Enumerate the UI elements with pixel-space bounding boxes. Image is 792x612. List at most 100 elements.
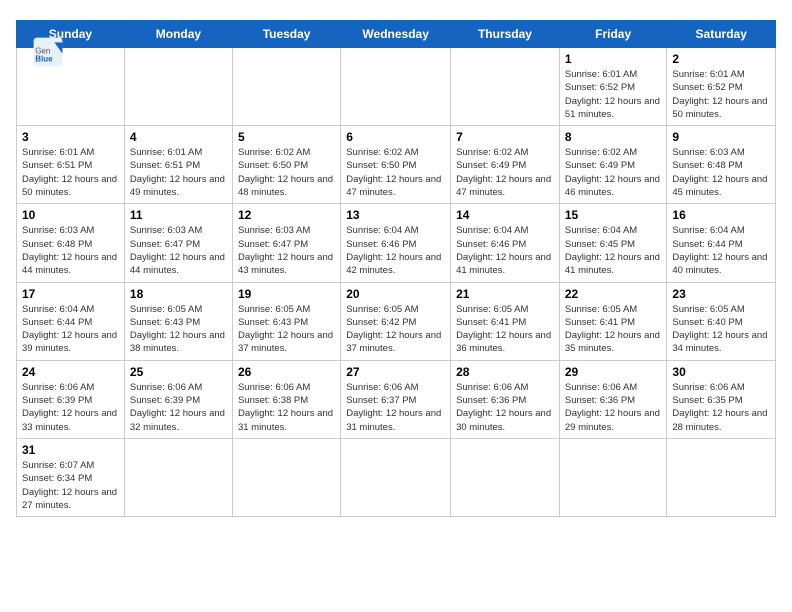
- day-number: 10: [22, 208, 119, 222]
- calendar-cell: 16 Sunrise: 6:04 AM Sunset: 6:44 PM Dayli…: [667, 204, 776, 282]
- calendar-cell: 31Sunrise: 6:07 AM Sunset: 6:34 PM Dayli…: [17, 438, 125, 516]
- calendar-table: SundayMondayTuesdayWednesdayThursdayFrid…: [16, 20, 776, 517]
- day-info: Sunrise: 6:04 AM Sunset: 6:44 PM Dayligh…: [22, 303, 119, 356]
- calendar-cell: 8 Sunrise: 6:02 AM Sunset: 6:49 PM Daylig…: [559, 126, 667, 204]
- weekday-header: Friday: [559, 21, 667, 48]
- calendar-cell: 4Sunrise: 6:01 AM Sunset: 6:51 PM Daylig…: [124, 126, 232, 204]
- calendar-cell: 10Sunrise: 6:03 AM Sunset: 6:48 PM Dayli…: [17, 204, 125, 282]
- calendar-cell: [667, 438, 776, 516]
- day-info: Sunrise: 6:05 AM Sunset: 6:43 PM Dayligh…: [238, 303, 335, 356]
- day-number: 30: [672, 365, 770, 379]
- day-info: Sunrise: 6:03 AM Sunset: 6:47 PM Dayligh…: [238, 224, 335, 277]
- day-info: Sunrise: 6:05 AM Sunset: 6:43 PM Dayligh…: [130, 303, 227, 356]
- day-info: Sunrise: 6:07 AM Sunset: 6:34 PM Dayligh…: [22, 459, 119, 512]
- calendar-cell: [232, 48, 340, 126]
- calendar-week-row: 24 Sunrise: 6:06 AM Sunset: 6:39 PM Dayli…: [17, 360, 776, 438]
- weekday-header: Monday: [124, 21, 232, 48]
- day-number: 4: [130, 130, 227, 144]
- calendar-cell: 23Sunrise: 6:05 AM Sunset: 6:40 PM Dayli…: [667, 282, 776, 360]
- day-number: 8: [565, 130, 662, 144]
- calendar-cell: 5 Sunrise: 6:02 AM Sunset: 6:50 PM Daylig…: [232, 126, 340, 204]
- calendar-cell: 2Sunrise: 6:01 AM Sunset: 6:52 PM Daylig…: [667, 48, 776, 126]
- day-number: 6: [346, 130, 445, 144]
- day-number: 14: [456, 208, 554, 222]
- day-number: 2: [672, 52, 770, 66]
- day-info: Sunrise: 6:04 AM Sunset: 6:46 PM Dayligh…: [456, 224, 554, 277]
- day-number: 11: [130, 208, 227, 222]
- calendar-week-row: 3Sunrise: 6:01 AM Sunset: 6:51 PM Daylig…: [17, 126, 776, 204]
- calendar-cell: [341, 48, 451, 126]
- weekday-header: Thursday: [451, 21, 560, 48]
- calendar-cell: [232, 438, 340, 516]
- day-info: Sunrise: 6:06 AM Sunset: 6:39 PM Dayligh…: [130, 381, 227, 434]
- day-number: 18: [130, 287, 227, 301]
- calendar-cell: 26 Sunrise: 6:06 AM Sunset: 6:38 PM Dayli…: [232, 360, 340, 438]
- day-info: Sunrise: 6:04 AM Sunset: 6:45 PM Dayligh…: [565, 224, 662, 277]
- calendar-cell: 1Sunrise: 6:01 AM Sunset: 6:52 PM Daylig…: [559, 48, 667, 126]
- weekday-header: Wednesday: [341, 21, 451, 48]
- calendar-cell: 22Sunrise: 6:05 AM Sunset: 6:41 PM Dayli…: [559, 282, 667, 360]
- day-number: 20: [346, 287, 445, 301]
- day-info: Sunrise: 6:03 AM Sunset: 6:47 PM Dayligh…: [130, 224, 227, 277]
- calendar-cell: 12 Sunrise: 6:03 AM Sunset: 6:47 PM Dayli…: [232, 204, 340, 282]
- day-number: 5: [238, 130, 335, 144]
- day-info: Sunrise: 6:05 AM Sunset: 6:41 PM Dayligh…: [456, 303, 554, 356]
- calendar-cell: 30 Sunrise: 6:06 AM Sunset: 6:35 PM Dayli…: [667, 360, 776, 438]
- day-number: 25: [130, 365, 227, 379]
- calendar-cell: 20 Sunrise: 6:05 AM Sunset: 6:42 PM Dayli…: [341, 282, 451, 360]
- calendar-cell: [341, 438, 451, 516]
- day-number: 27: [346, 365, 445, 379]
- day-info: Sunrise: 6:02 AM Sunset: 6:49 PM Dayligh…: [456, 146, 554, 199]
- calendar-week-row: 17 Sunrise: 6:04 AM Sunset: 6:44 PM Dayli…: [17, 282, 776, 360]
- day-number: 12: [238, 208, 335, 222]
- calendar-cell: 9 Sunrise: 6:03 AM Sunset: 6:48 PM Daylig…: [667, 126, 776, 204]
- day-info: Sunrise: 6:05 AM Sunset: 6:42 PM Dayligh…: [346, 303, 445, 356]
- day-info: Sunrise: 6:02 AM Sunset: 6:50 PM Dayligh…: [346, 146, 445, 199]
- day-info: Sunrise: 6:03 AM Sunset: 6:48 PM Dayligh…: [672, 146, 770, 199]
- day-info: Sunrise: 6:06 AM Sunset: 6:35 PM Dayligh…: [672, 381, 770, 434]
- day-info: Sunrise: 6:02 AM Sunset: 6:49 PM Dayligh…: [565, 146, 662, 199]
- calendar-cell: [124, 438, 232, 516]
- weekday-header-row: SundayMondayTuesdayWednesdayThursdayFrid…: [17, 21, 776, 48]
- day-number: 13: [346, 208, 445, 222]
- weekday-header: Tuesday: [232, 21, 340, 48]
- day-info: Sunrise: 6:01 AM Sunset: 6:51 PM Dayligh…: [22, 146, 119, 199]
- day-info: Sunrise: 6:01 AM Sunset: 6:52 PM Dayligh…: [565, 68, 662, 121]
- day-info: Sunrise: 6:06 AM Sunset: 6:38 PM Dayligh…: [238, 381, 335, 434]
- day-info: Sunrise: 6:05 AM Sunset: 6:40 PM Dayligh…: [672, 303, 770, 356]
- day-info: Sunrise: 6:02 AM Sunset: 6:50 PM Dayligh…: [238, 146, 335, 199]
- calendar-cell: 27 Sunrise: 6:06 AM Sunset: 6:37 PM Dayli…: [341, 360, 451, 438]
- calendar-cell: [451, 48, 560, 126]
- calendar-cell: 25 Sunrise: 6:06 AM Sunset: 6:39 PM Dayli…: [124, 360, 232, 438]
- day-number: 26: [238, 365, 335, 379]
- logo: Gen Blue: [32, 36, 68, 68]
- weekday-header: Saturday: [667, 21, 776, 48]
- day-number: 17: [22, 287, 119, 301]
- calendar-cell: 6 Sunrise: 6:02 AM Sunset: 6:50 PM Daylig…: [341, 126, 451, 204]
- calendar-cell: 18 Sunrise: 6:05 AM Sunset: 6:43 PM Dayli…: [124, 282, 232, 360]
- calendar-week-row: 31Sunrise: 6:07 AM Sunset: 6:34 PM Dayli…: [17, 438, 776, 516]
- day-info: Sunrise: 6:04 AM Sunset: 6:44 PM Dayligh…: [672, 224, 770, 277]
- calendar-cell: 7 Sunrise: 6:02 AM Sunset: 6:49 PM Daylig…: [451, 126, 560, 204]
- day-number: 9: [672, 130, 770, 144]
- day-number: 24: [22, 365, 119, 379]
- svg-text:Blue: Blue: [35, 55, 53, 64]
- day-number: 28: [456, 365, 554, 379]
- calendar-cell: 19 Sunrise: 6:05 AM Sunset: 6:43 PM Dayli…: [232, 282, 340, 360]
- calendar-cell: 11 Sunrise: 6:03 AM Sunset: 6:47 PM Dayli…: [124, 204, 232, 282]
- day-number: 7: [456, 130, 554, 144]
- calendar-cell: [124, 48, 232, 126]
- calendar-cell: 21 Sunrise: 6:05 AM Sunset: 6:41 PM Dayli…: [451, 282, 560, 360]
- calendar-cell: 13 Sunrise: 6:04 AM Sunset: 6:46 PM Dayli…: [341, 204, 451, 282]
- day-number: 16: [672, 208, 770, 222]
- day-info: Sunrise: 6:06 AM Sunset: 6:39 PM Dayligh…: [22, 381, 119, 434]
- day-number: 21: [456, 287, 554, 301]
- calendar-cell: [559, 438, 667, 516]
- day-info: Sunrise: 6:06 AM Sunset: 6:37 PM Dayligh…: [346, 381, 445, 434]
- day-number: 19: [238, 287, 335, 301]
- day-info: Sunrise: 6:04 AM Sunset: 6:46 PM Dayligh…: [346, 224, 445, 277]
- calendar-cell: 15Sunrise: 6:04 AM Sunset: 6:45 PM Dayli…: [559, 204, 667, 282]
- calendar-week-row: 1Sunrise: 6:01 AM Sunset: 6:52 PM Daylig…: [17, 48, 776, 126]
- calendar-cell: 29Sunrise: 6:06 AM Sunset: 6:36 PM Dayli…: [559, 360, 667, 438]
- calendar-cell: [451, 438, 560, 516]
